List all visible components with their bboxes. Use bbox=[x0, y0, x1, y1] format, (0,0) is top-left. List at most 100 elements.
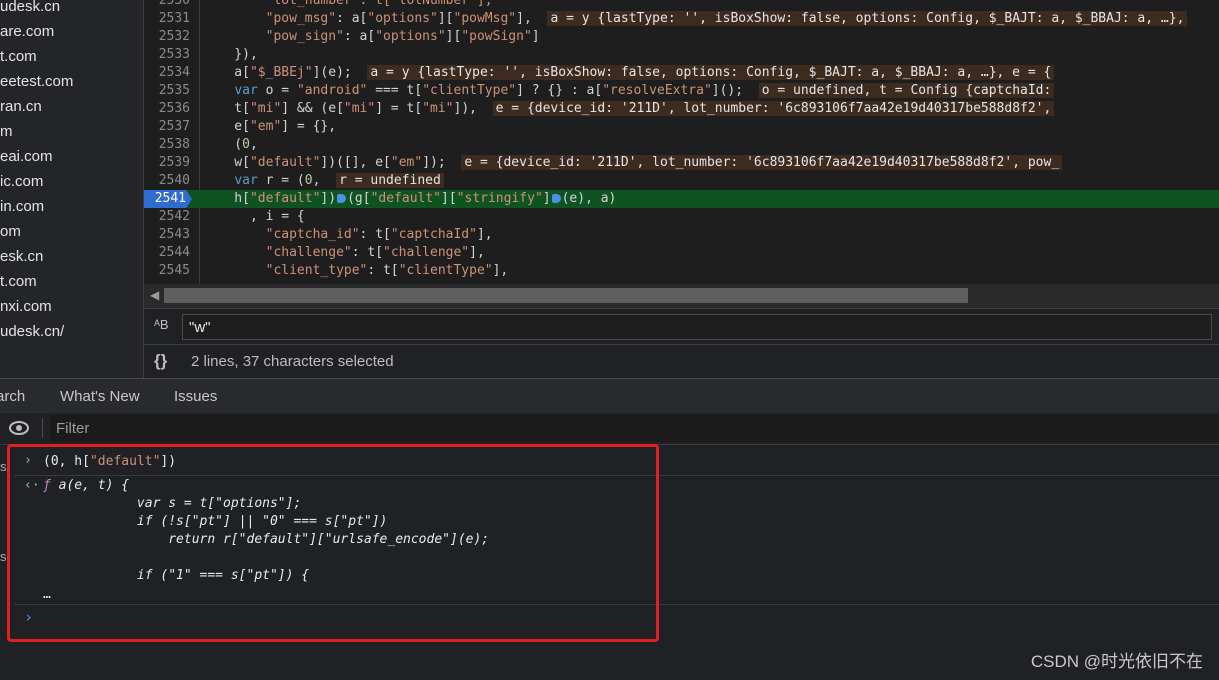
scroll-left-arrow-icon[interactable]: ◀ bbox=[150, 288, 159, 302]
line-number[interactable]: 2536 bbox=[144, 100, 190, 118]
eye-icon[interactable] bbox=[8, 419, 30, 442]
code-token: e[ bbox=[203, 119, 250, 134]
code-line[interactable]: 2543 "captcha_id": t["captchaId"], bbox=[144, 226, 1219, 244]
code-token: ](); bbox=[711, 83, 759, 98]
sidebar-site-item[interactable]: in.com bbox=[0, 194, 44, 219]
tab-issues[interactable]: Issues bbox=[174, 388, 217, 405]
code-text: w["default"])([], e["em"]); e = {device_… bbox=[203, 154, 1063, 172]
sidebar-site-item[interactable]: ran.cn bbox=[0, 94, 42, 119]
sidebar-site-item[interactable]: ic.com bbox=[0, 169, 43, 194]
code-token: }), bbox=[203, 47, 258, 62]
line-number[interactable]: 2539 bbox=[144, 154, 190, 172]
code-line[interactable]: 2535 var o = "android" === t["clientType… bbox=[144, 82, 1219, 100]
code-token: , bbox=[312, 173, 337, 188]
breakpoint-marker[interactable]: 2541 bbox=[144, 190, 192, 208]
tab-whats-new[interactable]: What's New bbox=[60, 388, 140, 405]
code-token: "captchaId" bbox=[390, 227, 477, 242]
sidebar-site-item[interactable]: om bbox=[0, 219, 21, 244]
sources-sidebar: udesk.cn are.com t.com eetest.com ran.cn m eai… bbox=[0, 0, 144, 378]
code-token: ] bbox=[531, 29, 540, 44]
search-input[interactable]: "w" bbox=[182, 314, 1212, 340]
line-number[interactable]: 2534 bbox=[144, 64, 190, 82]
line-number[interactable]: 2543 bbox=[144, 226, 190, 244]
code-token: : t[ bbox=[359, 227, 391, 242]
code-line[interactable]: 2540 var r = (0, r = undefined bbox=[144, 172, 1219, 190]
code-token: (g[ bbox=[347, 191, 371, 206]
code-token: "clientType" bbox=[422, 83, 517, 98]
code-token: w[ bbox=[203, 155, 250, 170]
code-token: : a[ bbox=[343, 29, 376, 44]
sidebar-site-item[interactable]: t.com bbox=[0, 44, 37, 69]
code-token: "lot_number": t["lotNumber"], bbox=[203, 0, 493, 8]
code-token: "challenge" bbox=[383, 245, 470, 260]
code-line[interactable]: 2531 "pow_msg": a["options"]["powMsg"], … bbox=[144, 10, 1219, 28]
code-token: ], bbox=[516, 11, 548, 26]
sidebar-site-item[interactable]: eetest.com bbox=[0, 69, 73, 94]
code-line[interactable]: 2544 "challenge": t["challenge"], bbox=[144, 244, 1219, 262]
code-text: var o = "android" === t["clientType"] ? … bbox=[203, 82, 1055, 100]
code-line[interactable]: 2536 t["mi"] && (e["mi"] = t["mi"]), e =… bbox=[144, 100, 1219, 118]
sidebar-site-item[interactable]: eai.com bbox=[0, 144, 53, 169]
sidebar-site-item[interactable]: m bbox=[0, 119, 13, 144]
line-number[interactable]: 2530 bbox=[144, 0, 190, 10]
tab-search[interactable]: arch bbox=[0, 388, 25, 405]
code-line[interactable]: 2532 "pow_sign": a["options"]["powSign"] bbox=[144, 28, 1219, 46]
code-token: : t[ bbox=[351, 245, 384, 260]
code-line[interactable]: 2538 (0, bbox=[144, 136, 1219, 154]
code-line[interactable]: 2533 }), bbox=[144, 46, 1219, 64]
line-number[interactable]: 2532 bbox=[144, 28, 190, 46]
code-token: "mi" bbox=[249, 101, 282, 116]
code-line[interactable]: 2534 a["$_BBEj"](e); a = y {lastType: ''… bbox=[144, 64, 1219, 82]
code-token: "em" bbox=[249, 119, 282, 134]
sidebar-site-item[interactable]: are.com bbox=[0, 19, 54, 44]
code-line-active[interactable]: 2541 h["default"]) (g["default"]["stringi… bbox=[144, 190, 1219, 208]
code-token: "captcha_id" bbox=[265, 227, 360, 242]
code-line[interactable]: 2530 "lot_number": t["lotNumber"], bbox=[144, 0, 1219, 10]
left-mark: s bbox=[0, 549, 7, 564]
line-number[interactable]: 2538 bbox=[144, 136, 190, 154]
line-number[interactable]: 2533 bbox=[144, 46, 190, 64]
code-text: t["mi"] && (e["mi"] = t["mi"]), e = {dev… bbox=[203, 100, 1055, 118]
inline-breakpoint-icon[interactable] bbox=[337, 194, 347, 203]
code-token: ])([], e[ bbox=[320, 155, 391, 170]
match-case-icon[interactable]: ᴬB bbox=[154, 317, 169, 332]
line-number[interactable]: 2531 bbox=[144, 10, 190, 28]
sidebar-site-item[interactable]: udesk.cn/ bbox=[0, 319, 64, 344]
code-token: ], bbox=[469, 245, 485, 260]
line-number[interactable]: 2545 bbox=[144, 262, 190, 280]
line-number[interactable]: 2540 bbox=[144, 172, 190, 190]
code-line[interactable]: 2545 "client_type": t["clientType"], bbox=[144, 262, 1219, 280]
code-token: ] = t[ bbox=[375, 101, 423, 116]
code-token: : a[ bbox=[336, 11, 368, 26]
line-number[interactable]: 2535 bbox=[144, 82, 190, 100]
code-text: "lot_number": t["lotNumber"], bbox=[203, 0, 493, 10]
code-line[interactable]: 2539 w["default"])([], e["em"]); e = {de… bbox=[144, 154, 1219, 172]
code-token: ], bbox=[476, 227, 493, 242]
code-text: "challenge": t["challenge"], bbox=[203, 244, 485, 262]
code-token: a[ bbox=[203, 65, 250, 80]
sidebar-site-item[interactable]: t.com bbox=[0, 269, 37, 294]
pretty-print-icon[interactable]: {} bbox=[154, 351, 167, 371]
scrollbar-thumb[interactable] bbox=[164, 288, 968, 303]
code-token: "pow_msg" bbox=[265, 11, 337, 26]
line-number[interactable]: 2537 bbox=[144, 118, 190, 136]
inline-breakpoint-icon[interactable] bbox=[551, 194, 561, 203]
code-text: "pow_msg": a["options"]["powMsg"], a = y… bbox=[203, 10, 1188, 28]
csdn-watermark: CSDN @时光依旧不在 bbox=[1030, 652, 1203, 671]
sidebar-site-item[interactable]: esk.cn bbox=[0, 244, 43, 269]
line-number[interactable]: 2544 bbox=[144, 244, 190, 262]
sidebar-site-item[interactable]: nxi.com bbox=[0, 294, 52, 319]
code-token: ][ bbox=[441, 191, 457, 206]
code-editor[interactable]: 2530 "lot_number": t["lotNumber"], 2531 "… bbox=[144, 0, 1219, 284]
editor-horizontal-scrollbar[interactable]: ◀ bbox=[144, 284, 1219, 308]
code-line[interactable]: 2537 e["em"] = {}, bbox=[144, 118, 1219, 136]
line-number[interactable]: 2542 bbox=[144, 208, 190, 226]
console-filter-input[interactable]: Filter bbox=[50, 415, 1219, 442]
code-token: 0 bbox=[242, 137, 250, 152]
sidebar-site-item[interactable]: udesk.cn bbox=[0, 0, 60, 19]
code-line[interactable]: 2542 , i = { bbox=[144, 208, 1219, 226]
